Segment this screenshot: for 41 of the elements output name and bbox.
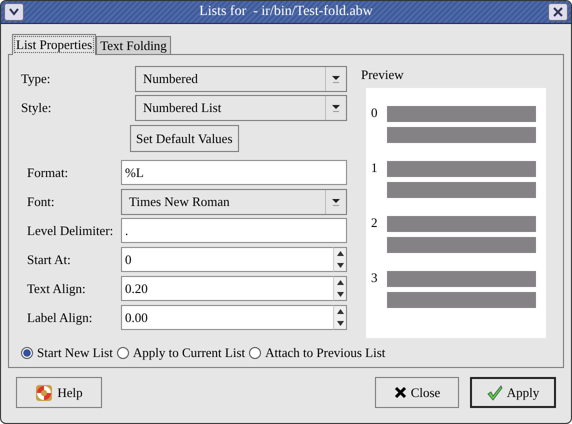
dropdown[interactable]: Numbered — [135, 66, 347, 92]
input-field[interactable]: %L — [121, 160, 347, 185]
close-button[interactable] — [548, 3, 568, 21]
x-icon — [394, 386, 407, 399]
radio-label[interactable]: Attach to Previous List — [265, 345, 386, 361]
window-title: Lists for - ir/bin/Test-fold.abw — [199, 4, 373, 20]
list-number: 2 — [371, 216, 378, 232]
field-label: Format: — [27, 164, 70, 180]
checkmark-icon — [486, 384, 503, 400]
radio-button[interactable] — [249, 347, 262, 359]
input-field[interactable]: 0.20 — [121, 276, 333, 301]
list-number: 0 — [371, 106, 378, 122]
tab[interactable]: Text Folding — [96, 36, 171, 54]
lifebuoy-icon — [35, 384, 54, 402]
input-field[interactable]: . — [121, 218, 347, 243]
dialog-button[interactable]: Apply — [470, 377, 556, 408]
dropdown[interactable]: Times New Roman — [121, 188, 347, 214]
close-icon — [552, 7, 563, 17]
field-label: Text Align: — [27, 280, 87, 296]
list-number: 3 — [371, 271, 378, 287]
field-label: Type: — [21, 70, 52, 86]
input-field[interactable]: 0 — [121, 247, 333, 272]
preview-label: Preview — [361, 67, 405, 83]
menu-button[interactable] — [4, 3, 24, 21]
dialog-button[interactable]: Close — [375, 377, 459, 408]
dialog-button[interactable]: Help — [16, 377, 102, 408]
field-label: Level Delimiter: — [27, 222, 114, 238]
radio-button[interactable] — [116, 347, 129, 359]
list-number: 1 — [371, 161, 378, 177]
radio-label[interactable]: Apply to Current List — [132, 345, 246, 361]
field-label: Label Align: — [27, 310, 94, 326]
radio-label[interactable]: Start New List — [37, 345, 113, 361]
radio-button[interactable] — [21, 347, 33, 359]
set-default-values-button[interactable]: Set Default Values — [130, 125, 239, 152]
input-field[interactable]: 0.00 — [121, 305, 333, 330]
field-label: Font: — [27, 194, 56, 210]
field-label: Style: — [21, 100, 52, 116]
dropdown[interactable]: Numbered List — [135, 94, 347, 120]
tab[interactable]: List Properties — [12, 34, 96, 55]
chevron-down-icon — [8, 8, 20, 16]
field-label: Start At: — [27, 252, 72, 268]
